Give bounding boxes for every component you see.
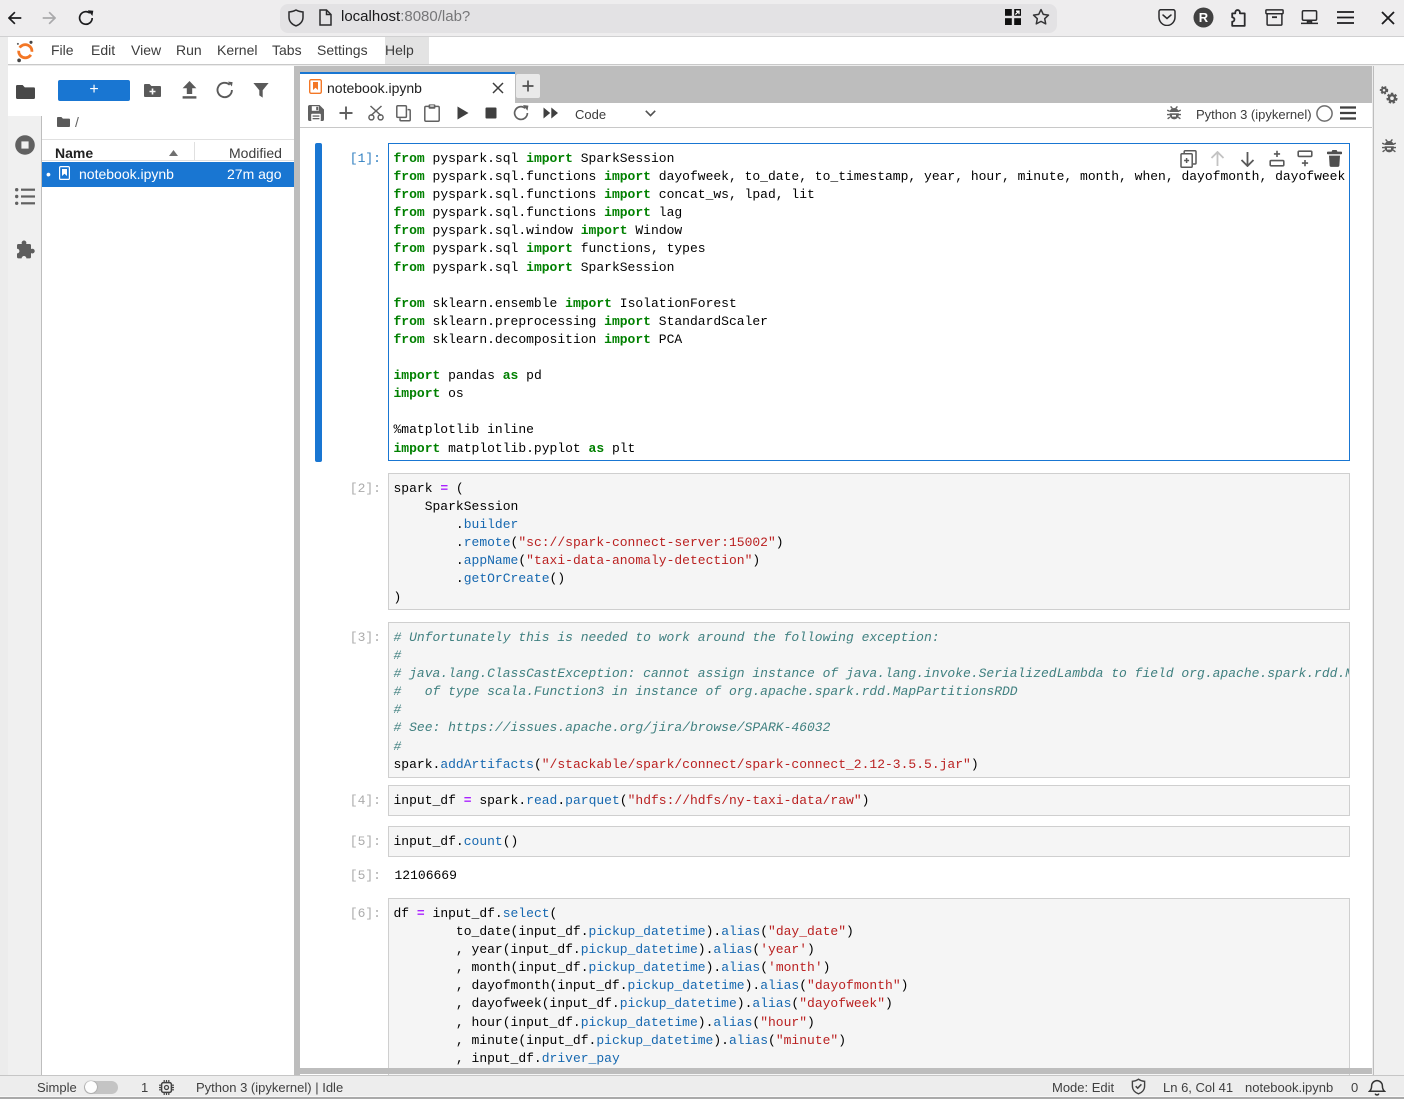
svg-text:R: R <box>1199 10 1209 25</box>
